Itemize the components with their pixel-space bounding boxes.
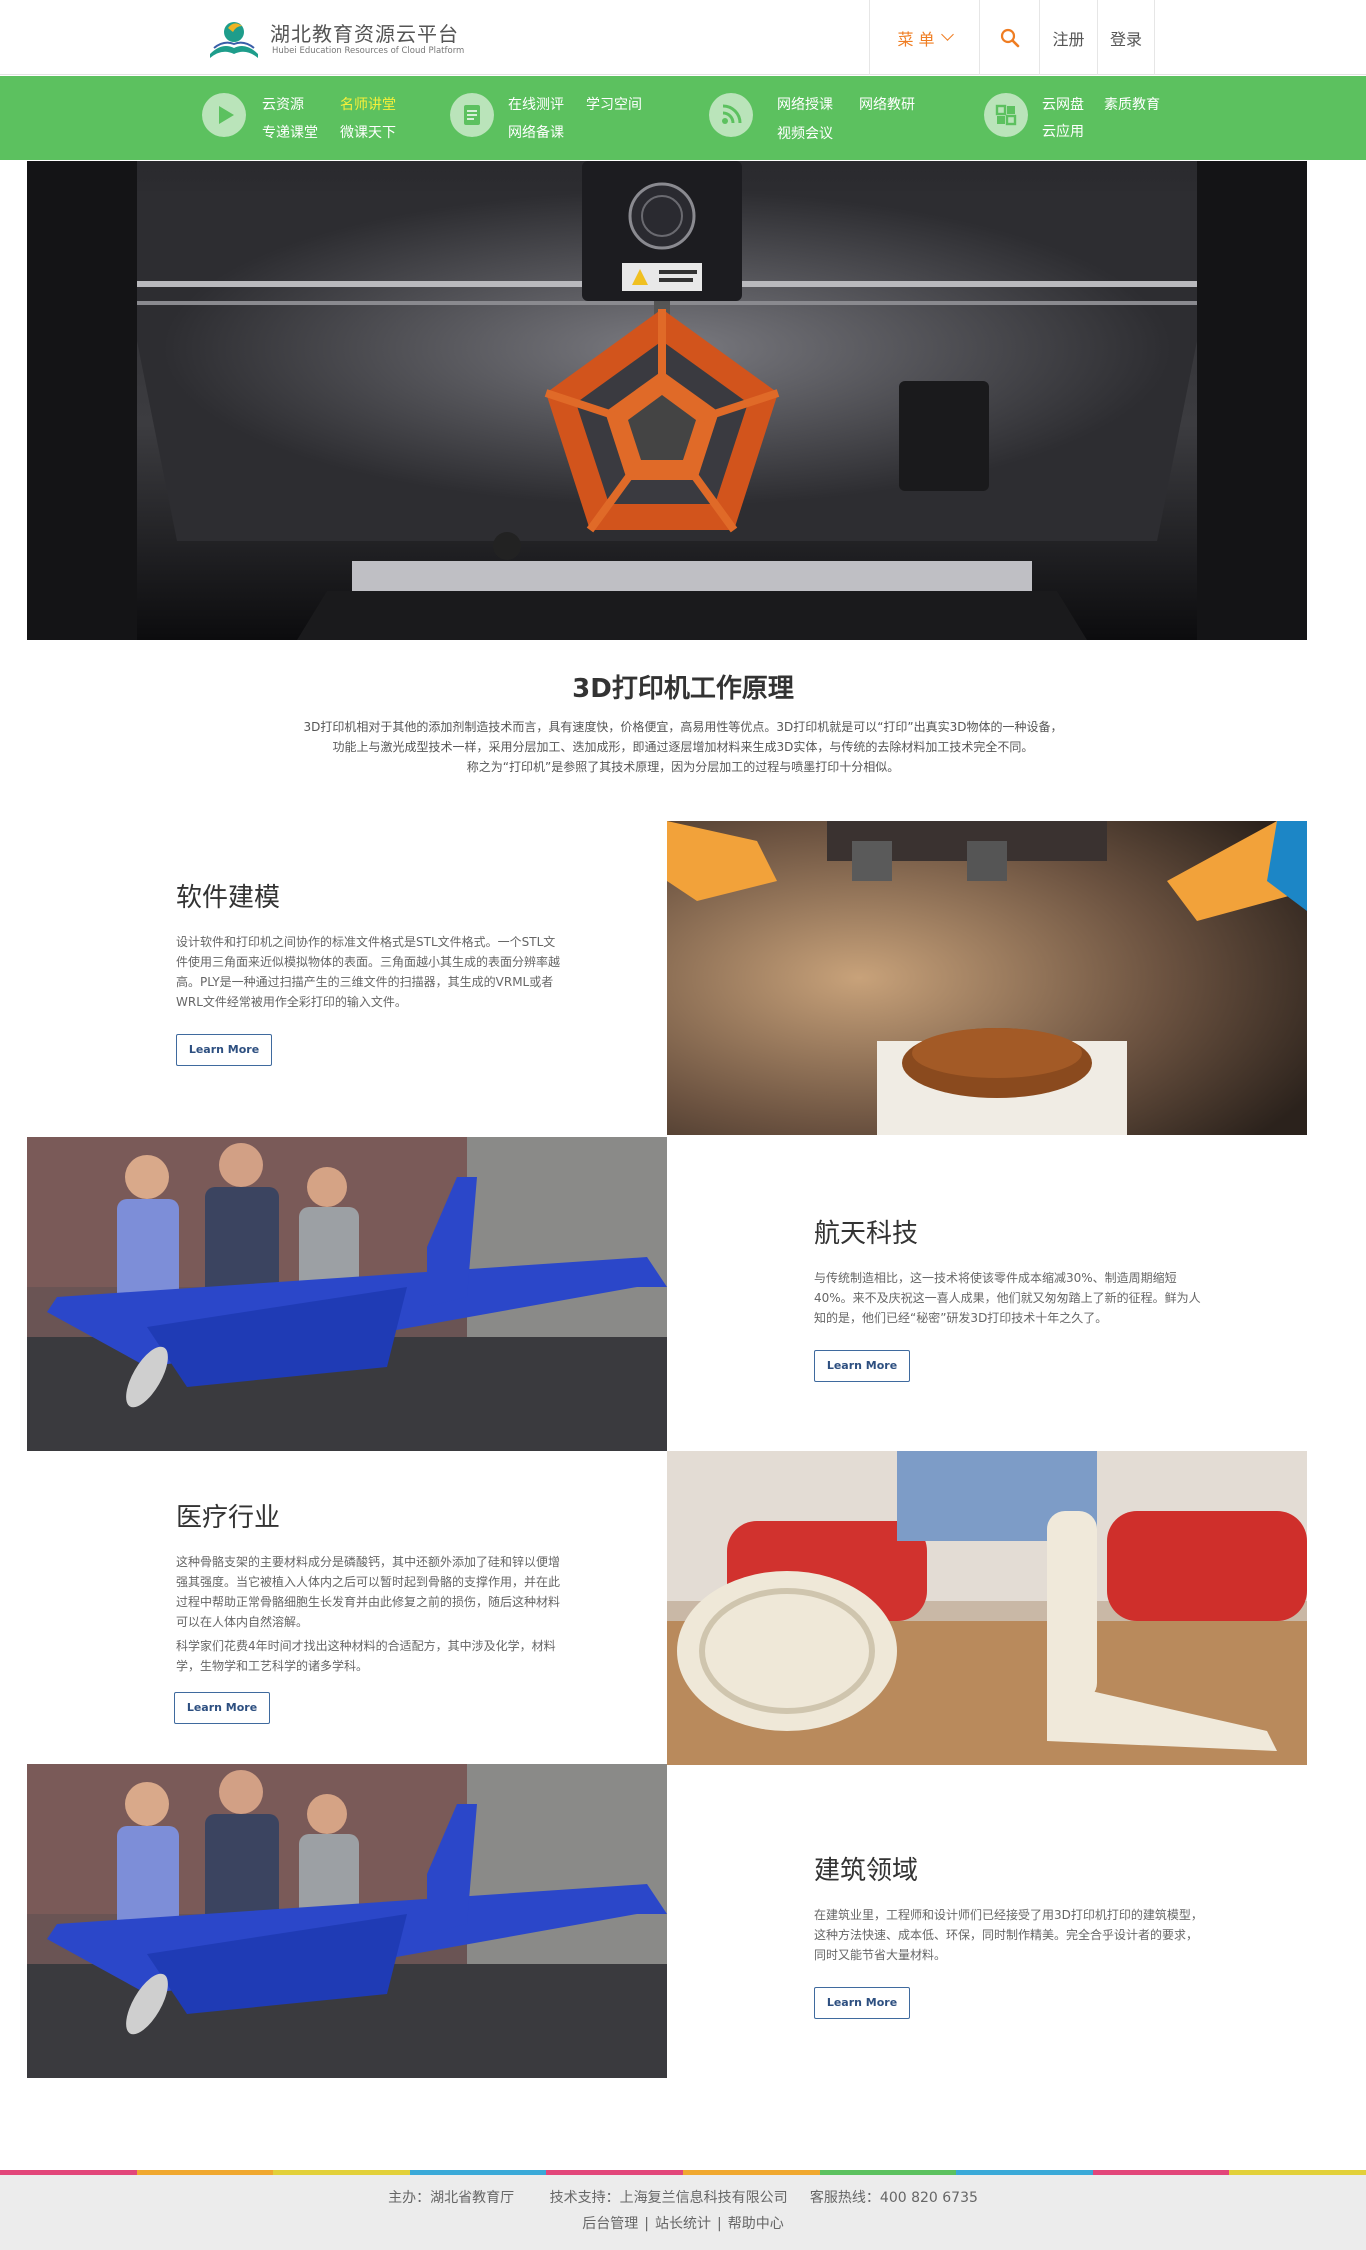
nav-link-micro-lessons[interactable]: 微课天下 (340, 122, 396, 142)
nav-link-online-research[interactable]: 网络教研 (859, 94, 915, 114)
feature-aerospace: 航天科技 与传统制造相比，这一技术将使该零件成本缩减30%、制造周期缩短40%。… (814, 1213, 1204, 1382)
footer-separator: | (717, 2216, 722, 2232)
footer-link-help[interactable]: 帮助中心 (728, 2216, 784, 2232)
menu-label: 菜 单 (897, 29, 935, 49)
channel-group-resources: 云资源 名师讲堂 专递课堂 微课天下 (202, 76, 422, 160)
photo-airplane-team-2 (27, 1764, 667, 2078)
channel-group-learning: 在线测评 学习空间 网络备课 (450, 76, 670, 160)
logo-title: 湖北教育资源云平台 (270, 22, 459, 46)
feature-text: 在建筑业里，工程师和设计师们已经接受了用3D打印机打印的建筑模型，这种方法快速、… (814, 1908, 1203, 1962)
top-nav: 菜 单 注册 登录 (869, 0, 1155, 75)
feature-text: 这种骨骼支架的主要材料成分是磷酸钙，其中还额外添加了硅和锌以便增强其强度。当它被… (176, 1555, 561, 1629)
nav-link-cloud-resources[interactable]: 云资源 (262, 94, 304, 114)
intro-description: 3D打印机相对于其他的添加剂制造技术而言，具有速度快，价格便宜，高易用性等优点。… (273, 717, 1093, 777)
chevron-down-icon (940, 28, 954, 41)
channel-nav-bar: 云资源 名师讲堂 专递课堂 微课天下 在线测评 学习空间 网络备课 网络授课 网… (0, 76, 1366, 160)
footer-link-stats[interactable]: 站长统计 (655, 2216, 711, 2232)
feature-medical: 医疗行业 这种骨骼支架的主要材料成分是磷酸钙，其中还额外添加了硅和锌以便增强其强… (174, 1497, 566, 1724)
nav-link-delivery-classroom[interactable]: 专递课堂 (262, 122, 318, 142)
nav-link-cloud-apps[interactable]: 云应用 (1042, 121, 1084, 141)
nav-link-online-teaching[interactable]: 网络授课 (777, 94, 833, 114)
search-button[interactable] (979, 0, 1039, 75)
site-logo[interactable]: 湖北教育资源云平台 Hubei Education Resources of C… (206, 16, 466, 62)
photo-airplane-team (27, 1137, 667, 1451)
feature-title: 建筑领域 (814, 1856, 919, 1886)
site-header: 湖北教育资源云平台 Hubei Education Resources of C… (0, 0, 1366, 75)
extruder-illustration (667, 821, 1307, 1135)
document-icon (450, 93, 494, 137)
nav-link-video-conference[interactable]: 视频会议 (777, 123, 833, 143)
nav-link-cloud-drive[interactable]: 云网盘 (1042, 94, 1084, 114)
feature-text: 科学家们花费4年时间才找出这种材料的合适配方，其中涉及化学，材料学，生物学和工艺… (176, 1639, 556, 1673)
photo-medical-prints (667, 1451, 1307, 1765)
register-link[interactable]: 注册 (1039, 0, 1097, 75)
learn-more-button[interactable]: Learn More (174, 1692, 270, 1724)
nav-link-online-lesson-prep[interactable]: 网络备课 (508, 122, 564, 142)
intro-line: 称之为“打印机”是参照了其技术原理，因为分层加工的过程与喷墨打印十分相似。 (466, 760, 900, 774)
intro-line: 3D打印机相对于其他的添加剂制造技术而言，具有速度快，价格便宜，高易用性等优点。… (303, 720, 1063, 734)
footer-link-admin[interactable]: 后台管理 (582, 2216, 638, 2232)
footer-separator: | (644, 2216, 649, 2232)
feature-text: 设计软件和打印机之间协作的标准文件格式是STL文件格式。一个STL文件使用三角面… (176, 935, 561, 1009)
feature-title: 医疗行业 (176, 1503, 281, 1533)
hero-printer-illustration (27, 161, 1307, 640)
intro-title: 3D打印机工作原理 (572, 674, 794, 704)
medical-prints-illustration (667, 1451, 1307, 1765)
feature-title: 航天科技 (814, 1219, 919, 1249)
nav-link-learning-space[interactable]: 学习空间 (586, 94, 642, 114)
hero-image-3d-printer (27, 161, 1307, 640)
airplane-team-illustration (27, 1764, 667, 2078)
feature-software-modeling: 软件建模 设计软件和打印机之间协作的标准文件格式是STL文件格式。一个STL文件… (176, 877, 566, 1066)
apps-icon (984, 93, 1028, 137)
photo-extruder-printing (667, 821, 1307, 1135)
learn-more-button[interactable]: Learn More (176, 1034, 272, 1066)
search-icon (1000, 28, 1019, 47)
feature-architecture: 建筑领域 在建筑业里，工程师和设计师们已经接受了用3D打印机打印的建筑模型，这种… (814, 1850, 1204, 2019)
menu-button[interactable]: 菜 单 (869, 0, 979, 75)
learn-more-button[interactable]: Learn More (814, 1987, 910, 2019)
site-footer: 主办：湖北省教育厅 技术支持：上海复兰信息科技有限公司 客服热线：400 820… (0, 2175, 1366, 2250)
feature-title: 软件建模 (176, 883, 281, 913)
nav-link-online-assessment[interactable]: 在线测评 (508, 94, 564, 114)
channel-group-cloud-apps: 云网盘 素质教育 云应用 (984, 76, 1184, 160)
nav-link-quality-education[interactable]: 素质教育 (1104, 94, 1160, 114)
footer-info: 主办：湖北省教育厅 技术支持：上海复兰信息科技有限公司 客服热线：400 820… (388, 2190, 978, 2206)
feature-text: 与传统制造相比，这一技术将使该零件成本缩减30%、制造周期缩短40%。来不及庆祝… (814, 1271, 1201, 1325)
play-icon (202, 93, 246, 137)
footer-links: 后台管理 | 站长统计 | 帮助中心 (0, 2213, 1366, 2233)
intro-line: 功能上与激光成型技术一样，采用分层加工、迭加成形，即通过逐层增加材料来生成3D实… (332, 740, 1034, 754)
login-link[interactable]: 登录 (1097, 0, 1155, 75)
rss-icon (709, 93, 753, 137)
learn-more-button[interactable]: Learn More (814, 1350, 910, 1382)
channel-group-online-teaching: 网络授课 网络教研 视频会议 (709, 76, 929, 160)
airplane-team-illustration (27, 1137, 667, 1451)
logo-mark-icon (210, 22, 258, 58)
logo-subtitle: Hubei Education Resources of Cloud Platf… (272, 46, 465, 56)
nav-link-master-lectures[interactable]: 名师讲堂 (340, 94, 396, 114)
